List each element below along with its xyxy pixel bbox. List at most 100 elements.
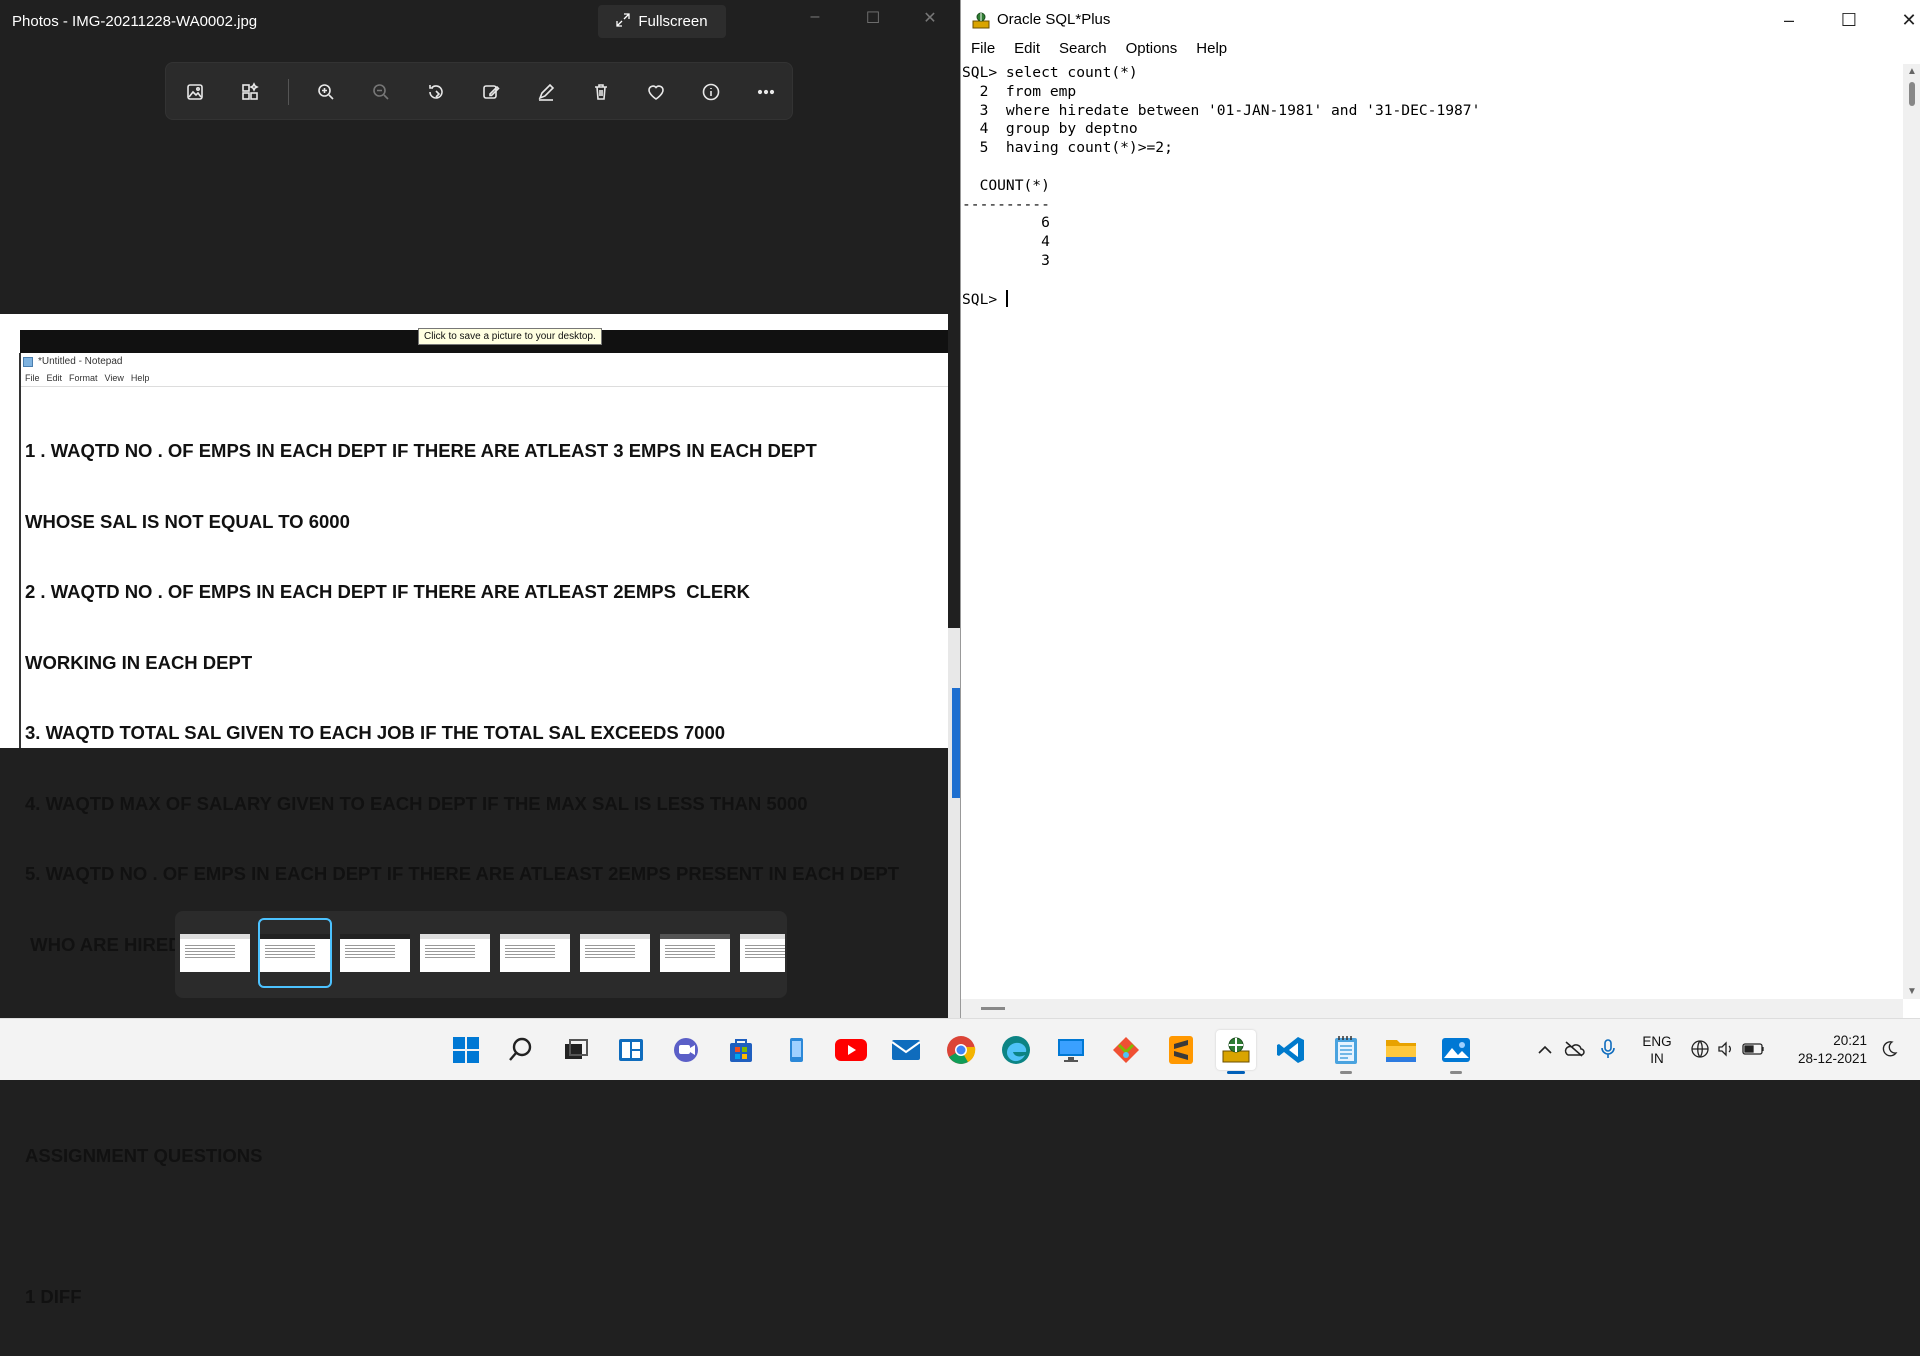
draw-icon[interactable] bbox=[531, 77, 561, 107]
console-line: 4 bbox=[962, 233, 1050, 251]
console-line: 5 having count(*)>=2; bbox=[962, 139, 1173, 157]
microphone-icon[interactable] bbox=[1591, 1038, 1625, 1062]
maximize-button[interactable]: ☐ bbox=[858, 8, 888, 32]
widgets-icon[interactable] bbox=[611, 1030, 651, 1070]
photos-icon[interactable] bbox=[1436, 1030, 1476, 1074]
zoom-out-icon[interactable] bbox=[366, 77, 396, 107]
filmstrip-thumbnail[interactable] bbox=[340, 920, 410, 986]
remote-desktop-icon[interactable] bbox=[1051, 1030, 1091, 1070]
notepad-text: 1 . WAQTD NO . OF EMPS IN EACH DEPT IF T… bbox=[25, 392, 945, 1356]
notepad-line: 1 DIFF bbox=[25, 1286, 82, 1307]
running-indicator bbox=[1450, 1071, 1462, 1074]
active-indicator bbox=[1227, 1071, 1245, 1074]
quick-settings[interactable] bbox=[1690, 1019, 1766, 1081]
console-line: 2 from emp bbox=[962, 82, 1077, 100]
notepad-line: WORKING IN EACH DEPT bbox=[25, 651, 253, 673]
teams-chat-icon[interactable] bbox=[666, 1030, 706, 1070]
sqlplus-app-icon bbox=[971, 10, 991, 30]
maximize-button[interactable]: ☐ bbox=[1829, 6, 1869, 34]
scroll-thumb[interactable] bbox=[1909, 82, 1915, 106]
filmstrip-thumbnail-selected[interactable] bbox=[258, 918, 332, 988]
windows-start-icon[interactable] bbox=[446, 1030, 486, 1070]
close-button[interactable]: ✕ bbox=[915, 8, 945, 32]
git-icon[interactable] bbox=[1106, 1030, 1146, 1070]
menu-help[interactable]: Help bbox=[1196, 40, 1227, 62]
menu-search[interactable]: Search bbox=[1059, 40, 1107, 62]
filmstrip-thumbnail[interactable] bbox=[580, 920, 650, 986]
sqlplus-console[interactable]: SQL> select count(*) 2 from emp 3 where … bbox=[961, 64, 1901, 999]
console-line: 3 where hiredate between '01-JAN-1981' a… bbox=[962, 101, 1481, 119]
chrome-icon[interactable] bbox=[941, 1030, 981, 1070]
photos-window: Photos - IMG-20211228-WA0002.jpg Fullscr… bbox=[0, 0, 960, 1307]
search-icon[interactable] bbox=[501, 1030, 541, 1070]
more-icon[interactable] bbox=[751, 77, 781, 107]
task-view-icon[interactable] bbox=[556, 1030, 596, 1070]
moon-icon bbox=[1880, 1040, 1898, 1061]
notepad-icon[interactable] bbox=[1326, 1030, 1366, 1074]
filmstrip-thumbnail[interactable] bbox=[660, 920, 730, 986]
collection-icon[interactable] bbox=[235, 77, 265, 107]
notepad-line: 5. WAQTD NO . OF EMPS IN EACH DEPT IF TH… bbox=[25, 863, 900, 884]
close-button[interactable]: ✕ bbox=[1889, 6, 1920, 34]
language-code: ENG bbox=[1642, 1034, 1672, 1049]
console-line: 3 bbox=[962, 251, 1050, 269]
notepad-line: 4. WAQTD MAX OF SALARY GIVEN TO EACH DEP… bbox=[25, 792, 808, 814]
menu-edit[interactable]: Edit bbox=[1014, 40, 1040, 62]
rotate-icon[interactable] bbox=[421, 77, 451, 107]
phone-icon[interactable] bbox=[776, 1030, 816, 1070]
filmstrip-thumbnail[interactable] bbox=[420, 920, 490, 986]
edge-icon[interactable] bbox=[996, 1030, 1036, 1070]
notepad-menu-format: Format bbox=[69, 373, 98, 383]
notepad-menu: File Edit Format View Help bbox=[25, 373, 149, 383]
mail-icon[interactable] bbox=[886, 1030, 926, 1070]
sqlplus-menubar: File Edit Search Options Help bbox=[961, 40, 1920, 62]
onedrive-offline-icon[interactable] bbox=[1557, 1040, 1591, 1060]
image-right-edge bbox=[948, 628, 960, 1062]
microsoft-store-icon[interactable] bbox=[721, 1030, 761, 1070]
info-icon[interactable] bbox=[696, 77, 726, 107]
filmstrip-thumbnail[interactable] bbox=[500, 920, 570, 986]
system-tray bbox=[1533, 1019, 1625, 1081]
delete-icon[interactable] bbox=[586, 77, 616, 107]
toolbar-separator bbox=[288, 79, 289, 105]
network-globe-icon bbox=[1690, 1039, 1710, 1062]
language-indicator[interactable]: ENG IN bbox=[1640, 1019, 1674, 1081]
favorite-icon[interactable] bbox=[641, 77, 671, 107]
edit-image-icon[interactable] bbox=[476, 77, 506, 107]
view-original-icon[interactable] bbox=[180, 77, 210, 107]
scroll-down-icon[interactable]: ▼ bbox=[1907, 986, 1917, 997]
sublime-text-icon[interactable] bbox=[1161, 1030, 1201, 1070]
sqlplus-window: Oracle SQL*Plus – ☐ ✕ File Edit Search O… bbox=[960, 0, 1920, 1018]
chevron-up-icon[interactable] bbox=[1533, 1043, 1557, 1058]
filmstrip-thumbnail[interactable] bbox=[740, 920, 785, 986]
filmstrip-thumbnail[interactable] bbox=[180, 920, 250, 986]
console-prompt-line: SQL> bbox=[962, 289, 1901, 309]
photo-canvas[interactable]: *Untitled - Notepad File Edit Format Vie… bbox=[0, 314, 960, 1307]
youtube-icon[interactable] bbox=[831, 1030, 871, 1070]
sqlplus-icon[interactable] bbox=[1216, 1030, 1256, 1074]
text-cursor bbox=[1005, 289, 1008, 307]
notification-center[interactable] bbox=[1880, 1019, 1898, 1081]
menu-options[interactable]: Options bbox=[1126, 40, 1178, 62]
zoom-in-icon[interactable] bbox=[311, 77, 341, 107]
horizontal-scrollbar[interactable] bbox=[961, 999, 1903, 1018]
volume-icon bbox=[1716, 1039, 1736, 1062]
console-line: 6 bbox=[962, 214, 1050, 232]
vscode-icon[interactable] bbox=[1271, 1030, 1311, 1070]
minimize-button[interactable]: – bbox=[1769, 6, 1809, 34]
clock[interactable]: 20:21 28-12-2021 bbox=[1793, 1019, 1867, 1081]
fullscreen-button[interactable]: Fullscreen bbox=[598, 5, 726, 38]
notepad-line: 1 . WAQTD NO . OF EMPS IN EACH DEPT IF T… bbox=[25, 440, 817, 461]
console-line: SQL> select count(*) bbox=[962, 64, 1138, 81]
clock-date: 28-12-2021 bbox=[1797, 1051, 1867, 1066]
file-explorer-icon[interactable] bbox=[1381, 1030, 1421, 1070]
taskbar: ENG IN 20:21 28-12-2021 bbox=[0, 1018, 1920, 1080]
scroll-up-icon[interactable]: ▲ bbox=[1907, 66, 1917, 77]
notepad-menu-help: Help bbox=[130, 373, 150, 383]
notepad-line: 3. WAQTD TOTAL SAL GIVEN TO EACH JOB IF … bbox=[25, 722, 726, 743]
running-indicator bbox=[1340, 1071, 1352, 1074]
menu-file[interactable]: File bbox=[971, 40, 995, 62]
vertical-scrollbar[interactable]: ▲ ▼ bbox=[1903, 64, 1920, 999]
minimize-button[interactable]: – bbox=[800, 8, 830, 32]
hscroll-thumb[interactable] bbox=[981, 1007, 1005, 1010]
